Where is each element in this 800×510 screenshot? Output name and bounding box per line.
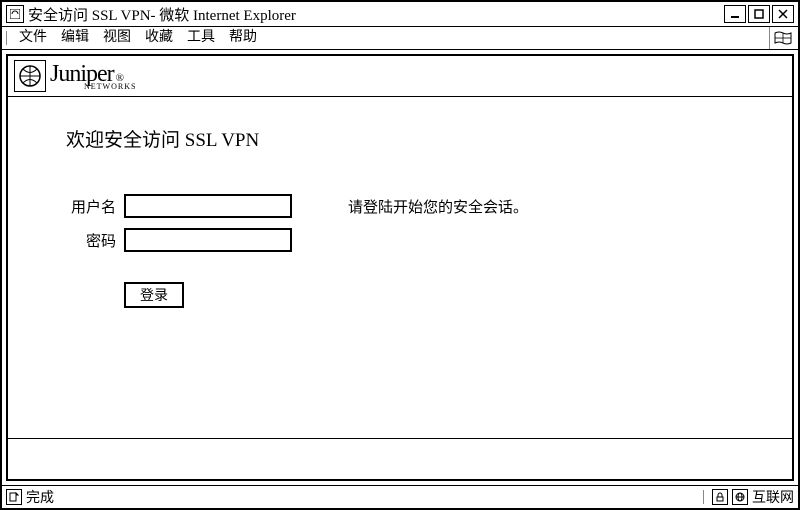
form-area: 用户名 密码 请登陆开始您的安全会话。 [56,194,744,262]
inner-bottom-panel [8,438,792,479]
login-button[interactable]: 登录 [124,282,184,308]
document-icon [6,489,22,505]
maximize-button[interactable] [748,5,770,23]
password-label: 密码 [56,228,124,262]
close-button[interactable] [772,5,794,23]
status-separator [703,490,704,504]
brand-text-wrap: Juniper ® NETWORKS [50,61,136,91]
browser-window: 安全访问 SSL VPN- 微软 Internet Explorer 文件 编辑… [0,0,800,510]
title-bar: 安全访问 SSL VPN- 微软 Internet Explorer [2,2,798,27]
ie-page-icon [6,5,24,23]
login-hint: 请登陆开始您的安全会话。 [348,194,528,217]
menu-edit[interactable]: 编辑 [55,27,95,49]
status-bar: 完成 互联网 [2,485,798,508]
menu-view[interactable]: 视图 [97,27,137,49]
menu-help[interactable]: 帮助 [223,27,263,49]
menu-divider [6,31,7,45]
lock-icon [712,489,728,505]
page-heading: 欢迎安全访问 SSL VPN [66,125,744,152]
content-inner: Juniper ® NETWORKS 欢迎安全访问 SSL VPN 用户名 [6,54,794,481]
windows-flag-icon [774,31,792,45]
username-input[interactable] [124,194,292,218]
menu-right [769,27,794,49]
username-label: 用户名 [56,194,124,228]
content-outer: Juniper ® NETWORKS 欢迎安全访问 SSL VPN 用户名 [2,50,798,485]
minimize-button[interactable] [724,5,746,23]
zone-globe-icon [732,489,748,505]
menu-file[interactable]: 文件 [13,27,53,49]
menu-favorites[interactable]: 收藏 [139,27,179,49]
login-button-row: 登录 [124,282,744,308]
brand-bar: Juniper ® NETWORKS [8,56,792,97]
status-right: 互联网 [699,487,794,507]
password-input[interactable] [124,228,292,252]
status-left: 完成 [6,487,54,507]
menu-tools[interactable]: 工具 [181,27,221,49]
username-row: 用户名 [56,194,292,228]
status-zone-text: 互联网 [752,487,794,507]
status-done-text: 完成 [26,487,54,507]
juniper-logo-icon [14,60,46,92]
page-body: 欢迎安全访问 SSL VPN 用户名 密码 [8,97,792,438]
login-form: 用户名 密码 [56,194,292,262]
brand-subtitle: NETWORKS [84,82,136,91]
menu-bar: 文件 编辑 视图 收藏 工具 帮助 [2,27,798,50]
password-row: 密码 [56,228,292,262]
window-title: 安全访问 SSL VPN- 微软 Internet Explorer [28,4,722,25]
